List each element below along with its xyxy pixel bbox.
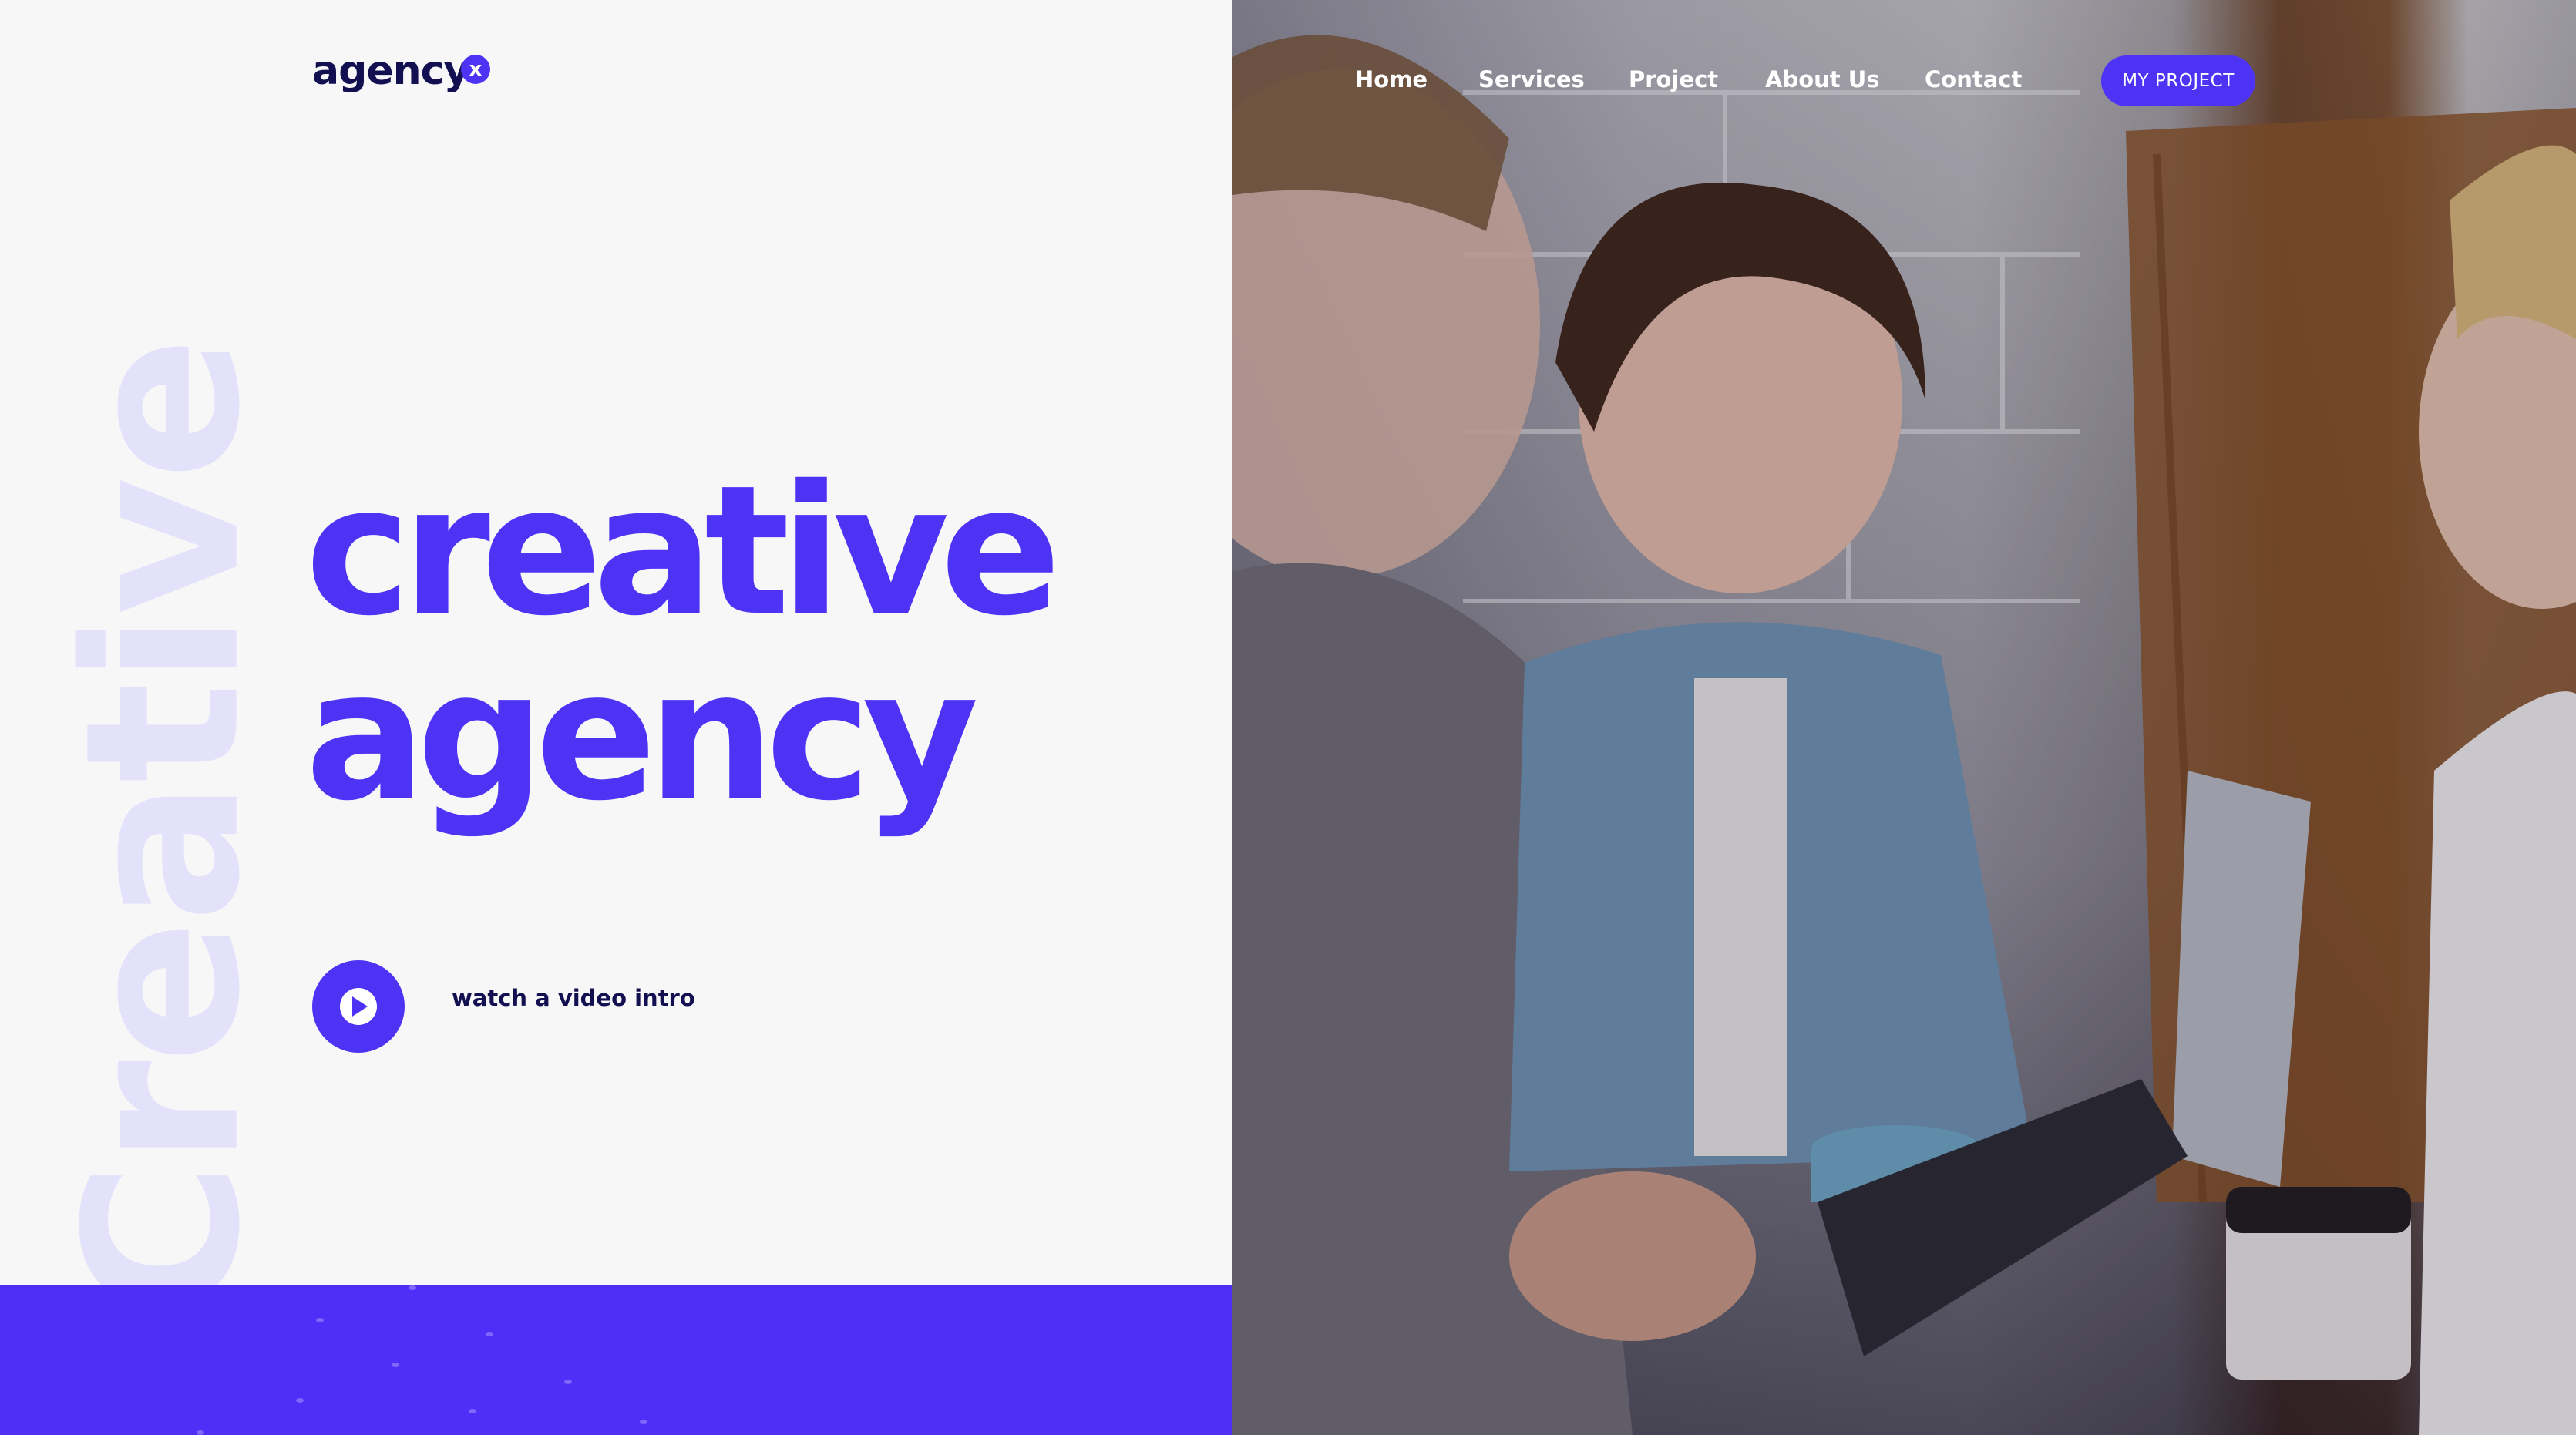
nav-project[interactable]: Project: [1629, 66, 1718, 92]
nav-about-us[interactable]: About Us: [1765, 66, 1880, 92]
my-project-button[interactable]: MY PROJECT: [2101, 55, 2255, 106]
nav-services[interactable]: Services: [1478, 66, 1585, 92]
decor-dot: [197, 1430, 204, 1435]
hero-left-panel: Creative agency x creative agency watch …: [0, 0, 1232, 1435]
people-meeting-photo: [1232, 0, 2576, 1435]
decor-dot: [296, 1398, 304, 1403]
watermark-text: Creative: [39, 339, 287, 1318]
decor-dot: [316, 1318, 324, 1322]
nav-home[interactable]: Home: [1355, 66, 1428, 92]
decor-dot: [409, 1285, 416, 1290]
nav-contact[interactable]: Contact: [1925, 66, 2022, 92]
play-video-button[interactable]: [312, 960, 405, 1053]
decor-dot: [486, 1332, 493, 1336]
decor-dot: [392, 1363, 399, 1367]
bottom-band: [0, 1285, 1232, 1435]
hero-title-line-1: creative: [305, 447, 1061, 655]
video-intro-link[interactable]: watch a video intro: [452, 985, 695, 1011]
hero-title: creative agency: [305, 447, 1061, 840]
play-icon: [340, 988, 377, 1025]
decor-dot: [564, 1380, 572, 1384]
decor-dot: [469, 1409, 476, 1413]
hero-title-line-2: agency: [305, 632, 979, 840]
decor-dot: [640, 1420, 647, 1424]
hero-photo: [1232, 0, 2576, 1435]
